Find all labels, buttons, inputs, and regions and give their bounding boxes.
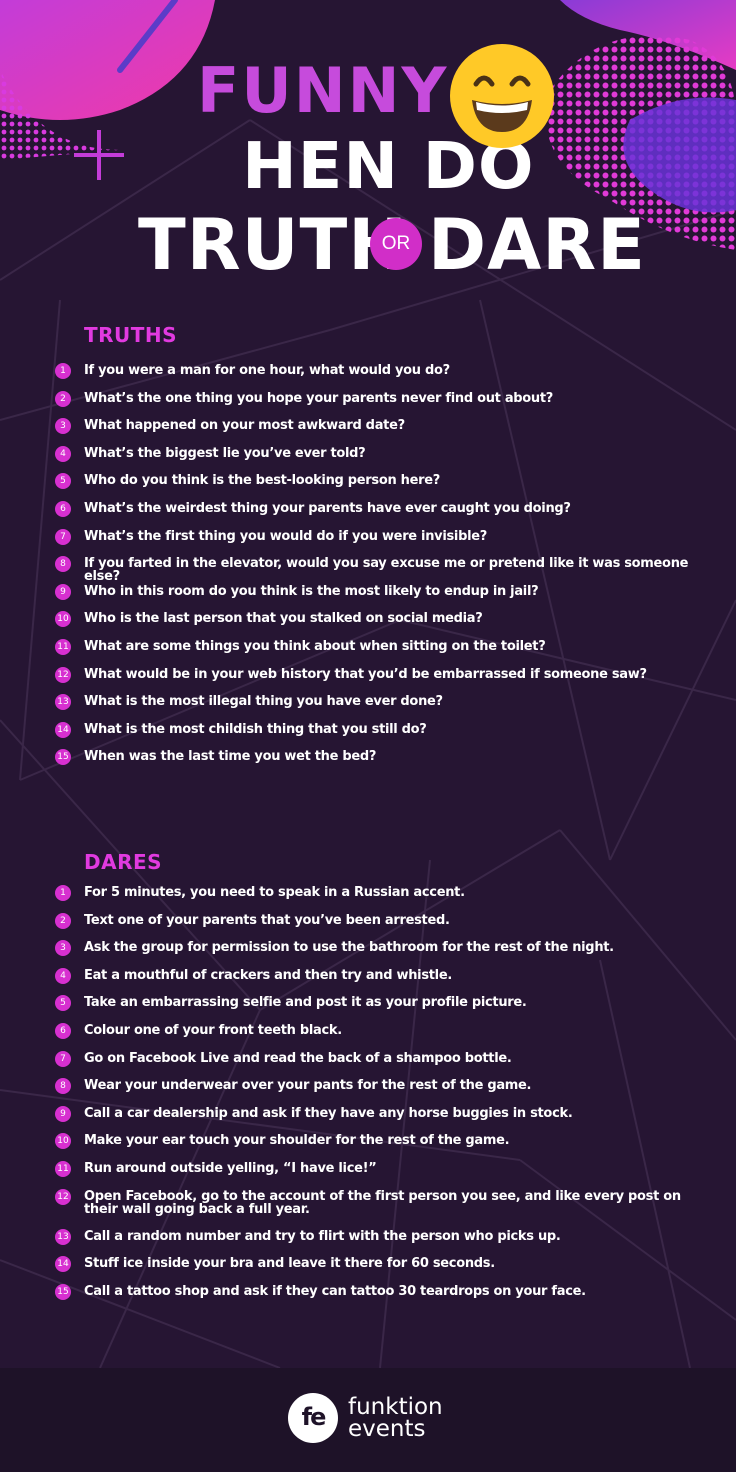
item-number-badge: 14: [55, 1256, 71, 1273]
item-text: For 5 minutes, you need to speak in a Ru…: [84, 885, 465, 900]
item-number-badge: 9: [55, 1105, 71, 1122]
item-text: Eat a mouthful of crackers and then try …: [84, 967, 452, 983]
item-text: Go on Facebook Live and read the back of…: [84, 1050, 512, 1066]
item-text: Colour one of your front teeth black.: [84, 1023, 342, 1038]
item-text: Ask the group for permission to use the …: [84, 940, 614, 956]
item-text: Make your ear touch your shoulder for th…: [84, 1133, 510, 1149]
funktion-events-logo-icon: fe: [288, 1393, 338, 1443]
item-number-badge: 7: [55, 1050, 71, 1067]
item-text: Call a random number and try to flirt wi…: [84, 1228, 561, 1244]
item-text: Take an embarrassing selfie and post it …: [84, 995, 527, 1011]
brand-name-line2: events: [348, 1416, 426, 1442]
item-text: Stuff ice inside your bra and leave it t…: [84, 1256, 495, 1272]
item-number-badge: 15: [55, 1283, 71, 1300]
item-number-badge: 13: [55, 1228, 71, 1245]
item-number-badge: 3: [55, 940, 71, 957]
item-text: Open Facebook, go to the account of the …: [84, 1188, 681, 1217]
dares-heading: DARES: [84, 850, 163, 874]
item-number-badge: 5: [55, 995, 71, 1012]
item-text: Run around outside yelling, “I have lice…: [84, 1161, 377, 1176]
item-number-badge: 12: [55, 1188, 71, 1205]
item-text: Call a tattoo shop and ask if they can t…: [84, 1283, 586, 1299]
footer: fe funktion events: [0, 1368, 736, 1472]
item-text: Text one of your parents that you’ve bee…: [84, 912, 450, 928]
dares-section: DARES 1 For 5 minutes, you need to speak …: [0, 0, 736, 1320]
item-number-badge: 8: [55, 1078, 71, 1095]
item-number-badge: 4: [55, 967, 71, 984]
item-number-badge: 11: [55, 1161, 71, 1177]
item-number-badge: 6: [55, 1023, 71, 1039]
item-number-badge: 10: [55, 1133, 71, 1150]
item-number-badge: 2: [55, 912, 71, 929]
item-text: Wear your underwear over your pants for …: [84, 1078, 532, 1094]
item-number-badge: 1: [55, 885, 71, 901]
item-text: Call a car dealership and ask if they ha…: [84, 1105, 573, 1121]
